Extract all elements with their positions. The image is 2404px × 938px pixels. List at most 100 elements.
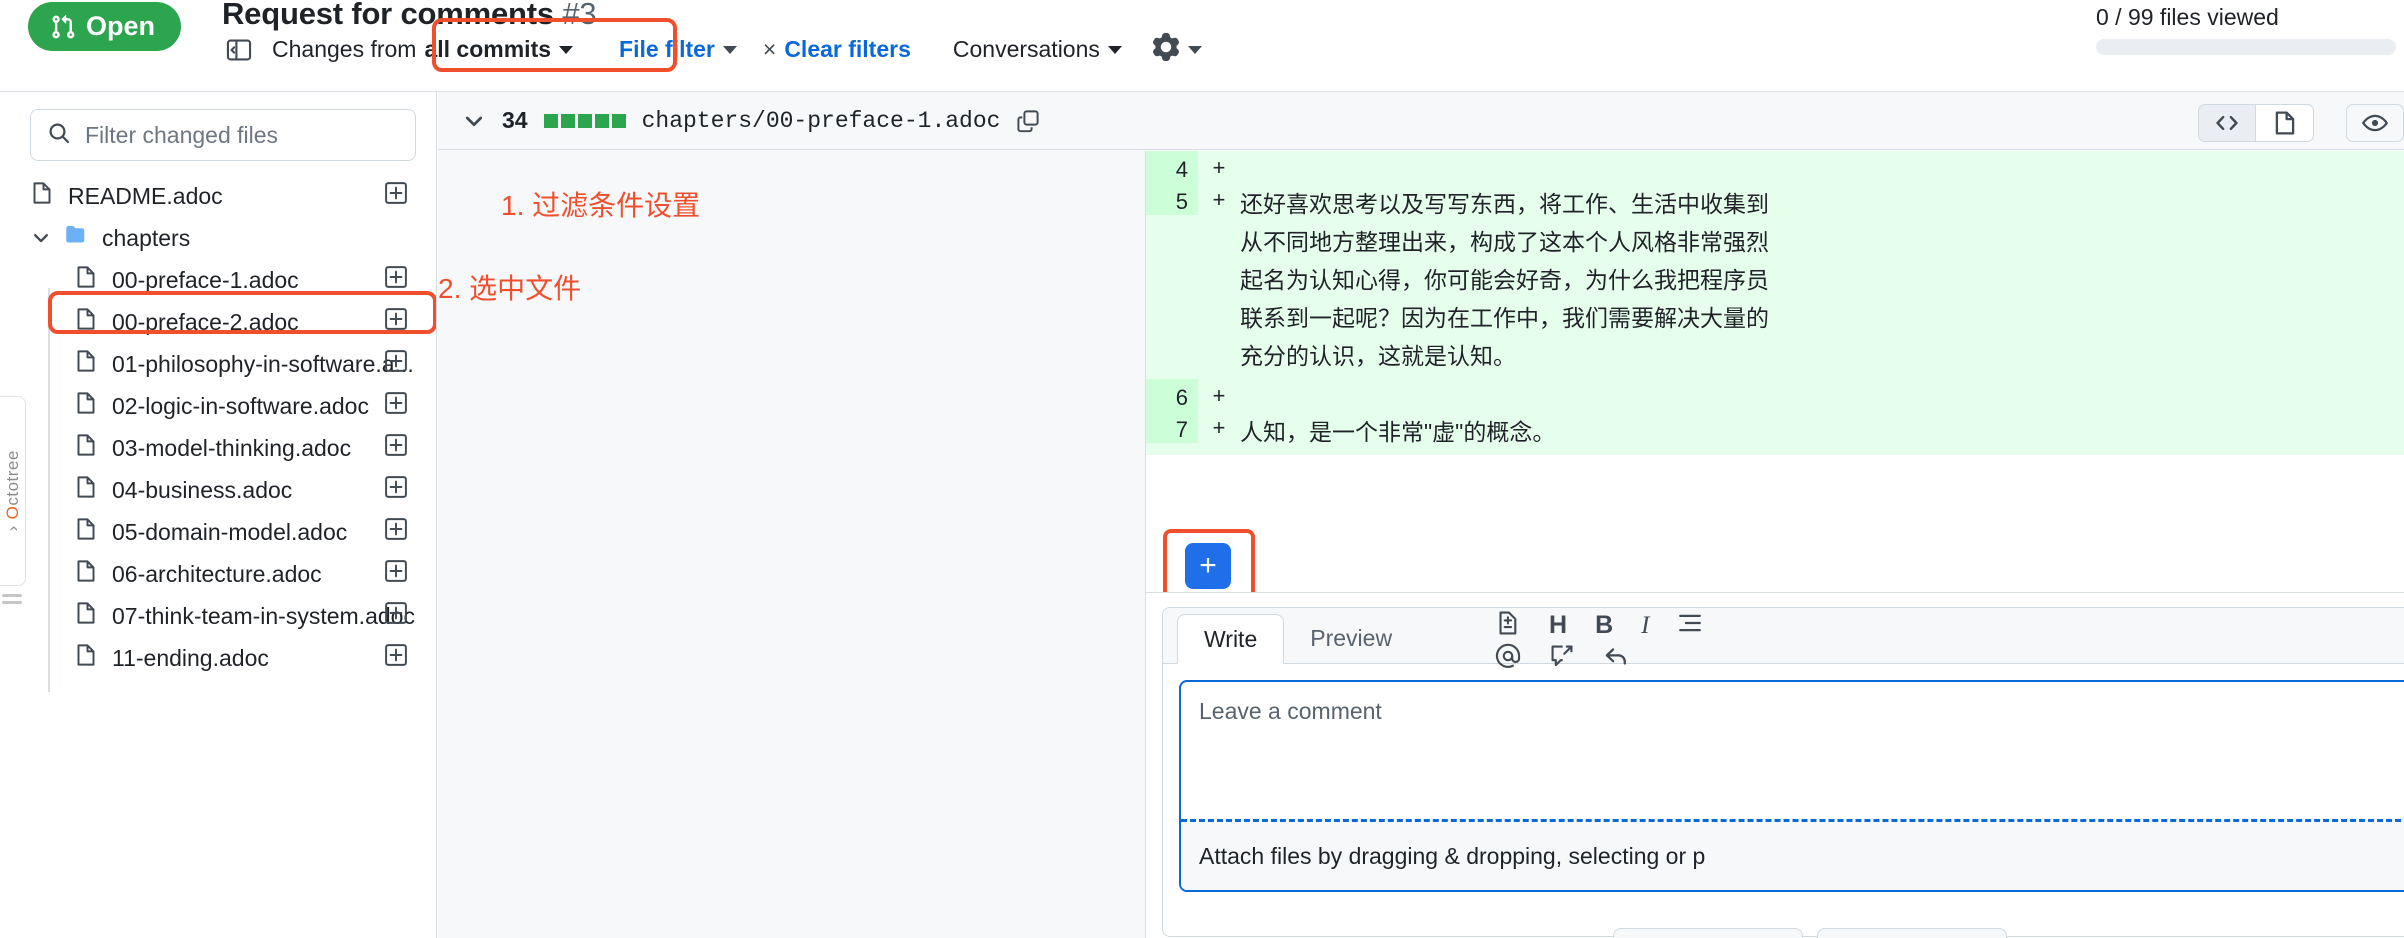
chevron-right-icon: › — [2, 525, 22, 532]
tree-file[interactable]: 00-preface-1.adoc — [0, 259, 436, 301]
octotree-text: ctotree — [2, 450, 22, 506]
diff-line-marker: + — [1212, 385, 1226, 410]
expand-file-icon[interactable] — [384, 181, 408, 211]
diff-line-marker: + — [1212, 157, 1226, 182]
heading-icon[interactable]: H — [1549, 611, 1567, 640]
conversations-label: Conversations — [952, 36, 1100, 62]
diff-line[interactable]: 4 + — [1146, 151, 2404, 183]
viewed-eye-icon[interactable] — [2346, 104, 2404, 142]
diff-line-content — [1240, 151, 1250, 183]
tree-file[interactable]: 01-philosophy-in-software.a... — [0, 343, 436, 385]
tree-item-label: 01-philosophy-in-software.a... — [112, 350, 414, 377]
file-icon — [74, 475, 98, 505]
code-view-icon[interactable] — [2198, 104, 2256, 142]
file-filter-button[interactable]: File filter — [619, 36, 737, 63]
clear-filters-button[interactable]: × Clear filters — [763, 36, 911, 63]
expand-file-icon[interactable] — [384, 475, 408, 505]
rich-view-icon[interactable] — [2256, 104, 2314, 142]
tree-folder[interactable]: chapters — [0, 217, 436, 259]
tree-file[interactable]: 02-logic-in-software.adoc — [0, 385, 436, 427]
octotree-label: › Octotree — [2, 450, 22, 532]
tree-file[interactable]: 04-business.adoc — [0, 469, 436, 511]
diff-main-panel: 34 chapters/00-preface-1.adoc 1. 过滤条件设置 … — [438, 92, 2404, 938]
diff-view-toggle — [2198, 104, 2314, 142]
expand-file-icon[interactable] — [384, 433, 408, 463]
expand-file-icon[interactable] — [384, 349, 408, 379]
copy-icon[interactable] — [1016, 109, 1040, 133]
expand-file-icon[interactable] — [384, 601, 408, 631]
files-viewed-label: 0 / 99 files viewed — [2096, 4, 2279, 30]
search-input-placeholder: Filter changed files — [85, 121, 279, 148]
italic-icon[interactable]: I — [1641, 612, 1649, 640]
diff-line-content: 人知，是一个非常"虚"的概念。 — [1240, 419, 1556, 445]
conversations-dropdown[interactable]: Conversations — [953, 36, 1122, 63]
changes-from-prefix: Changes from — [272, 36, 417, 62]
clear-filters-label: Clear filters — [784, 36, 911, 62]
diff-line-content — [1240, 379, 1250, 411]
tree-file[interactable]: 03-model-thinking.adoc — [0, 427, 436, 469]
octotree-tab[interactable]: › Octotree — [0, 396, 26, 586]
tree-file[interactable]: 07-think-team-in-system.adoc — [0, 595, 436, 637]
diff-line[interactable]: 6 + — [1146, 379, 2404, 411]
folder-icon — [64, 223, 88, 253]
diff-line-marker: + — [1212, 417, 1226, 442]
cancel-button[interactable] — [1613, 928, 1803, 938]
octotree-resize-grip[interactable] — [2, 594, 22, 608]
diff-settings-button[interactable] — [1152, 33, 1202, 66]
expand-file-icon[interactable] — [384, 307, 408, 337]
pr-state-badge: Open — [28, 2, 182, 51]
start-review-button[interactable] — [1817, 928, 2007, 938]
composer-tabs: Write Preview H B I — [1163, 608, 2404, 668]
files-viewed-bar — [2096, 39, 2396, 55]
expand-file-icon[interactable] — [384, 517, 408, 547]
chevron-down-icon — [30, 227, 52, 249]
diff-line-number: 6 — [1146, 379, 1198, 411]
tree-file[interactable]: 11-ending.adoc — [0, 637, 436, 679]
pr-state-label: Open — [86, 11, 156, 41]
changed-files-sidebar: Filter changed files README.adoc chapters… — [0, 92, 437, 938]
mention-icon[interactable] — [1495, 643, 1521, 674]
chevron-down-icon[interactable] — [462, 109, 486, 133]
diff-file-path: chapters/00-preface-1.adoc — [641, 107, 1001, 134]
tree-item-label: 04-business.adoc — [112, 476, 293, 503]
add-line-comment-button[interactable]: + — [1185, 543, 1231, 589]
diff-line[interactable]: 5 + 还好喜欢思考以及写写东西，将工作、生活中收集到 从不同地方整理出来，构成了这… — [1146, 183, 2404, 379]
file-icon — [74, 433, 98, 463]
changes-from-dropdown[interactable]: Changes from all commits — [272, 36, 574, 63]
search-input[interactable]: Filter changed files — [30, 109, 416, 161]
diff-line-number: 7 — [1146, 411, 1198, 443]
file-filter-label: File filter — [619, 36, 715, 62]
tree-item-label: 02-logic-in-software.adoc — [112, 392, 369, 419]
comment-input[interactable]: Leave a comment Attach files by dragging… — [1179, 680, 2404, 892]
file-icon — [74, 601, 98, 631]
expand-file-icon[interactable] — [384, 391, 408, 421]
files-viewed-progress: 0 / 99 files viewed — [2096, 4, 2396, 55]
diffstat-blocks — [543, 113, 626, 128]
sidebar-toggle-icon[interactable] — [222, 33, 256, 67]
file-icon — [74, 391, 98, 421]
suggest-change-icon[interactable] — [1495, 610, 1521, 641]
tab-write[interactable]: Write — [1177, 614, 1285, 664]
tree-file[interactable]: 06-architecture.adoc — [0, 553, 436, 595]
reply-icon[interactable] — [1603, 643, 1629, 674]
bold-icon[interactable]: B — [1595, 611, 1613, 640]
filter-controls: File filter × Clear filters — [603, 30, 927, 69]
reference-icon[interactable] — [1549, 643, 1575, 674]
diff-line[interactable]: 7 + 人知，是一个非常"虚"的概念。 — [1146, 411, 2404, 455]
comment-input-placeholder: Leave a comment — [1199, 698, 1382, 724]
expand-file-icon[interactable] — [384, 265, 408, 295]
annotation-2: 2. 选中文件 — [438, 273, 582, 304]
file-icon — [74, 265, 98, 295]
tree-file[interactable]: 00-preface-2.adoc — [0, 301, 436, 343]
expand-file-icon[interactable] — [384, 559, 408, 589]
diff-changes-count: 34 — [502, 107, 528, 133]
composer-body: Leave a comment Attach files by dragging… — [1163, 664, 2404, 938]
tree-item-label: 06-architecture.adoc — [112, 560, 322, 587]
diff-file-header: 34 chapters/00-preface-1.adoc — [438, 92, 2404, 150]
list-icon[interactable] — [1677, 610, 1703, 641]
tree-file[interactable]: 05-domain-model.adoc — [0, 511, 436, 553]
tab-preview[interactable]: Preview — [1284, 613, 1418, 663]
expand-file-icon[interactable] — [384, 643, 408, 673]
tree-file[interactable]: README.adoc — [0, 175, 436, 217]
chevron-down-icon — [1107, 45, 1122, 54]
